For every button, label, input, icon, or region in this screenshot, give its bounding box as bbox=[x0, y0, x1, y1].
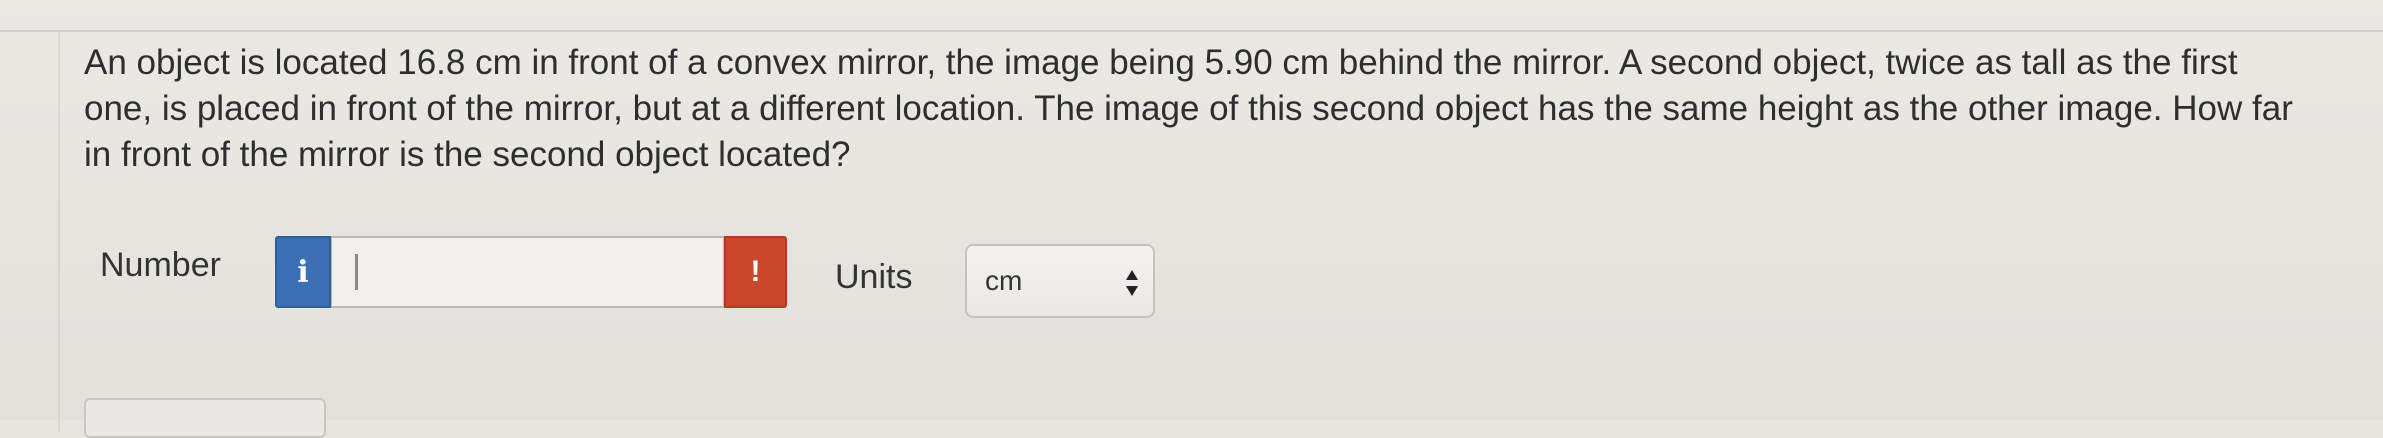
question-panel: An object is located 16.8 cm in front of… bbox=[0, 0, 2383, 438]
left-divider bbox=[58, 32, 60, 432]
units-selected-value: cm bbox=[985, 265, 1023, 296]
question-text: An object is located 16.8 cm in front of… bbox=[84, 43, 2293, 174]
partially-visible-button[interactable] bbox=[84, 398, 326, 438]
info-icon[interactable]: i bbox=[275, 236, 331, 308]
answer-row: Number i ! Units cm bbox=[100, 236, 1200, 318]
up-down-arrows-icon bbox=[1126, 270, 1138, 296]
units-label: Units bbox=[835, 258, 913, 296]
number-label: Number bbox=[100, 246, 221, 284]
exclamation-icon[interactable]: ! bbox=[724, 236, 787, 308]
text-cursor bbox=[355, 254, 358, 290]
top-divider bbox=[0, 30, 2383, 32]
units-select[interactable]: cm bbox=[965, 244, 1155, 318]
number-input[interactable] bbox=[331, 236, 724, 308]
number-input-group: i ! bbox=[275, 236, 787, 308]
